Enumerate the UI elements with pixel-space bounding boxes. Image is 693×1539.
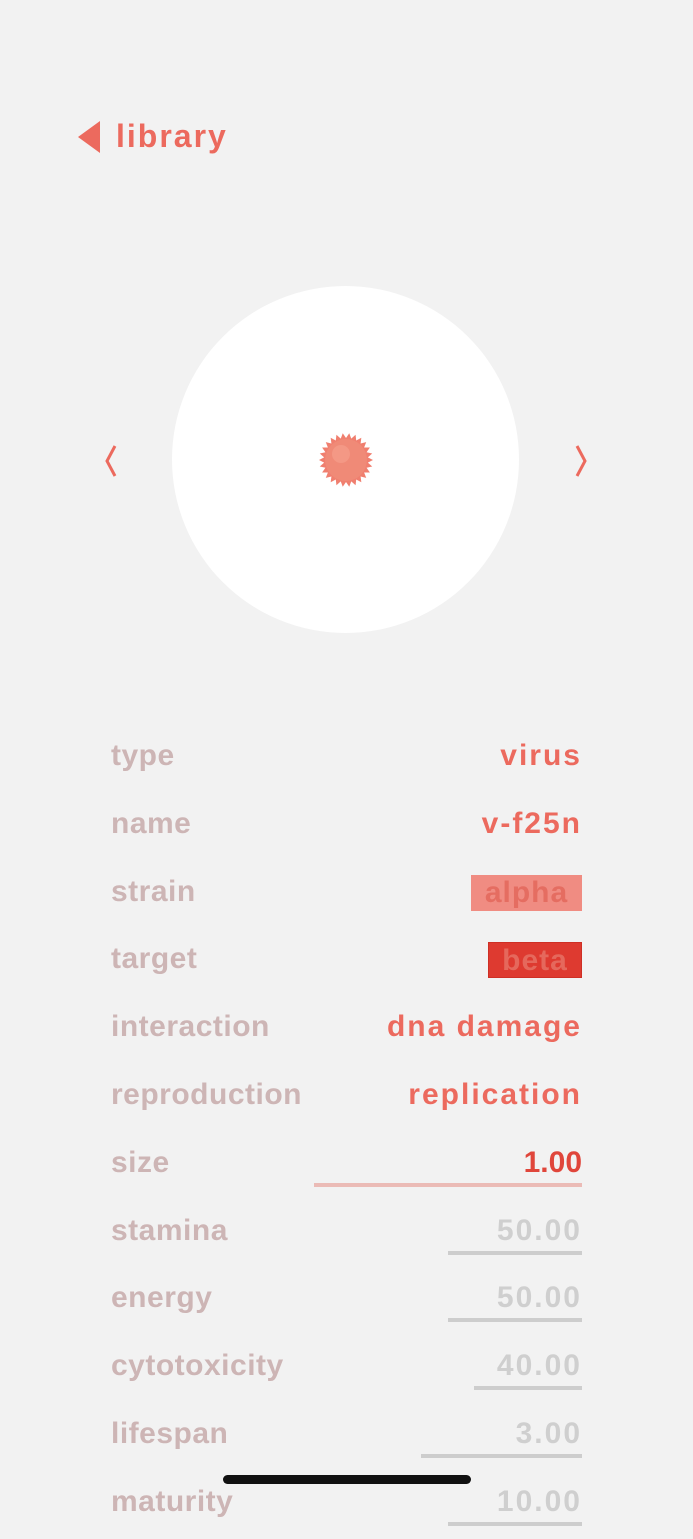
interaction-selector[interactable]: dna damage [387, 1010, 582, 1044]
property-row-reproduction: reproduction replication [111, 1064, 582, 1132]
name-value: v-f25n [481, 806, 582, 840]
property-row-strain: strain alpha [111, 861, 582, 929]
cytotoxicity-input[interactable]: 40.00 [474, 1349, 582, 1391]
specimen-viewer[interactable] [172, 286, 519, 633]
stamina-input[interactable]: 50.00 [448, 1214, 582, 1255]
property-label: strain [111, 874, 196, 908]
property-label: type [111, 739, 175, 772]
lifespan-input[interactable]: 3.00 [421, 1417, 582, 1458]
property-label: energy [111, 1281, 213, 1315]
property-label: name [111, 806, 192, 840]
next-specimen-button[interactable] [571, 440, 591, 482]
property-label: size [111, 1145, 170, 1179]
target-selector[interactable]: beta [488, 942, 582, 979]
type-value: virus [500, 739, 582, 772]
home-indicator[interactable] [223, 1475, 471, 1484]
property-row-name: name v-f25n [111, 793, 582, 861]
reproduction-selector[interactable]: replication [408, 1078, 582, 1112]
size-input[interactable]: 1.00 [314, 1146, 582, 1187]
property-label: stamina [111, 1213, 228, 1247]
property-row-type: type virus [111, 725, 582, 793]
property-row-target: target beta [111, 928, 582, 996]
back-to-library-button[interactable]: library [78, 118, 228, 155]
property-label: maturity [111, 1484, 234, 1518]
back-label: library [116, 118, 228, 154]
property-row-lifespan: lifespan 3.00 [111, 1403, 582, 1471]
property-label: target [111, 942, 198, 976]
virus-icon [319, 433, 373, 487]
property-label: cytotoxicity [111, 1349, 284, 1383]
property-label: interaction [111, 1010, 270, 1044]
maturity-input[interactable]: 10.00 [448, 1485, 582, 1526]
properties-list: type virus name v-f25n strain alpha targ… [111, 725, 582, 1539]
previous-specimen-button[interactable] [101, 440, 121, 482]
strain-selector[interactable]: alpha [471, 874, 582, 911]
property-row-interaction: interaction dna damage [111, 996, 582, 1064]
chevron-left-icon [105, 445, 117, 477]
property-label: reproduction [111, 1077, 302, 1111]
chevron-right-icon [575, 445, 587, 477]
property-row-stamina: stamina 50.00 [111, 1200, 582, 1268]
property-row-energy: energy 50.00 [111, 1267, 582, 1335]
property-label: lifespan [111, 1416, 229, 1450]
energy-input[interactable]: 50.00 [448, 1281, 582, 1323]
property-row-cytotoxicity: cytotoxicity 40.00 [111, 1335, 582, 1403]
property-row-size: size 1.00 [111, 1132, 582, 1200]
back-triangle-icon [78, 120, 100, 153]
